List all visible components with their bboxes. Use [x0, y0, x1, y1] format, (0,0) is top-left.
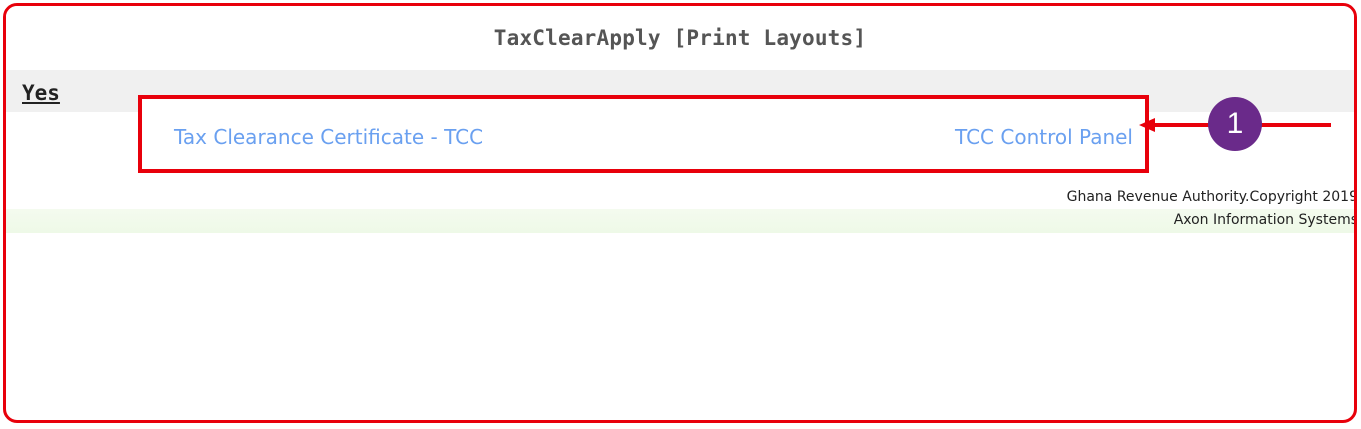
footer-vendor: Axon Information Systems — [1173, 212, 1357, 228]
footer-copyright: Ghana Revenue Authority.Copyright 2019 — [1066, 189, 1357, 205]
section-label-yes: Yes — [22, 81, 60, 105]
footer-band — [6, 209, 1354, 233]
screenshot-frame: TaxClearApply [Print Layouts] Yes Tax Cl… — [3, 3, 1357, 423]
tax-clearance-certificate-link[interactable]: Tax Clearance Certificate - TCC — [174, 125, 483, 149]
annotation-arrow-head-icon — [1139, 118, 1155, 132]
highlighted-links-row: Tax Clearance Certificate - TCC TCC Cont… — [138, 95, 1149, 173]
annotation-badge: 1 — [1208, 97, 1262, 151]
title-bar: TaxClearApply [Print Layouts] — [6, 6, 1354, 70]
page-title: TaxClearApply [Print Layouts] — [493, 26, 867, 50]
tcc-control-panel-link[interactable]: TCC Control Panel — [955, 125, 1133, 149]
